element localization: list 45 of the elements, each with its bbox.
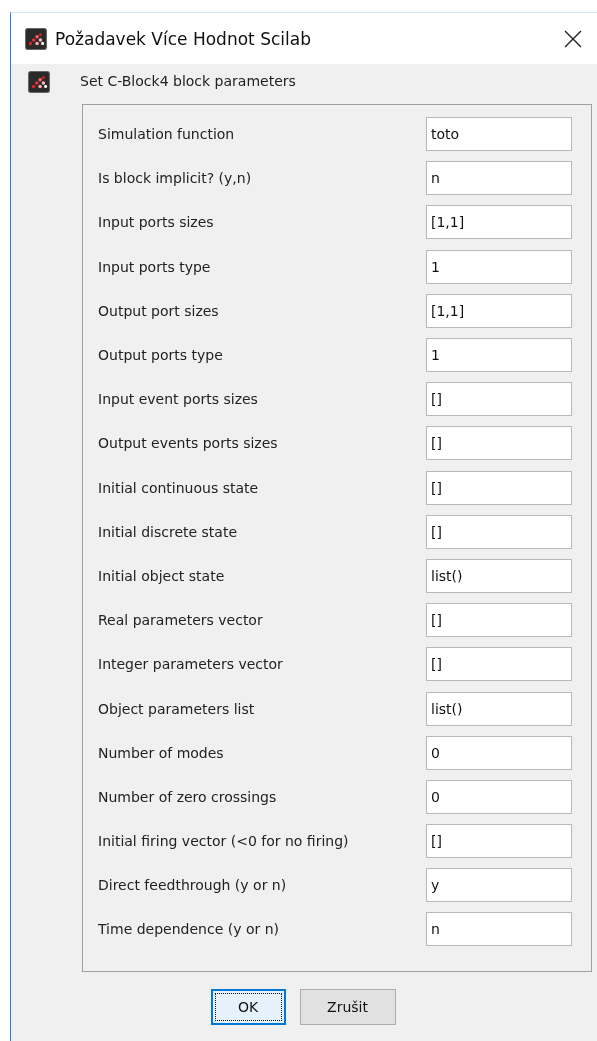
app-icon (25, 27, 47, 50)
field-label: Real parameters vector (98, 612, 263, 629)
field-label: Input ports type (98, 258, 211, 275)
field-label: Initial discrete state (98, 523, 238, 540)
field-label: Object parameters list (98, 700, 255, 717)
field-label: Direct feedthrough (y or n) (98, 877, 287, 894)
input-field[interactable]: [] (426, 647, 572, 682)
input-field[interactable]: [] (426, 603, 572, 638)
input-field[interactable]: [] (426, 470, 572, 505)
input-field[interactable]: 1 (426, 249, 572, 284)
field-label: Input event ports sizes (98, 391, 258, 408)
field-label: Simulation function (98, 126, 235, 143)
field-label: Is block implicit? (y,n) (98, 170, 252, 187)
field-label: Initial object state (98, 567, 225, 584)
window-title: Požadavek Více Hodnot Scilab (55, 28, 312, 49)
input-field[interactable]: [] (426, 426, 572, 461)
field-label: Time dependence (y or n) (98, 921, 280, 938)
field-label: Output port sizes (98, 302, 219, 319)
dialog-button[interactable]: OK (210, 989, 286, 1025)
field-label: Integer parameters vector (98, 656, 283, 673)
input-field[interactable]: [] (426, 382, 572, 417)
input-field[interactable]: 0 (426, 735, 572, 770)
input-field[interactable]: list() (426, 558, 572, 593)
input-field[interactable]: n (426, 161, 572, 196)
field-label: Initial firing vector (<0 for no firing) (98, 833, 349, 850)
field-label: Number of modes (98, 744, 224, 761)
input-field[interactable]: [1,1] (426, 205, 572, 240)
input-field[interactable]: y (426, 868, 572, 903)
dialog-button[interactable]: Zrušit (299, 989, 396, 1025)
input-field[interactable]: 1 (426, 338, 572, 373)
input-field[interactable]: 0 (426, 779, 572, 814)
field-label: Output ports type (98, 347, 223, 364)
field-label: Initial continuous state (98, 479, 259, 496)
input-field[interactable]: n (426, 912, 572, 947)
app-icon (28, 71, 50, 93)
input-field[interactable]: toto (426, 117, 572, 152)
field-label: Number of zero crossings (98, 788, 277, 805)
close-icon[interactable] (563, 28, 583, 49)
input-field[interactable]: [] (426, 824, 572, 859)
dialog-heading: Set C-Block4 block parameters (80, 73, 296, 89)
input-field[interactable]: [] (426, 514, 572, 549)
input-field[interactable]: [1,1] (426, 293, 572, 328)
field-label: Input ports sizes (98, 214, 214, 231)
field-label: Output events ports sizes (98, 435, 278, 452)
input-field[interactable]: list() (426, 691, 572, 726)
